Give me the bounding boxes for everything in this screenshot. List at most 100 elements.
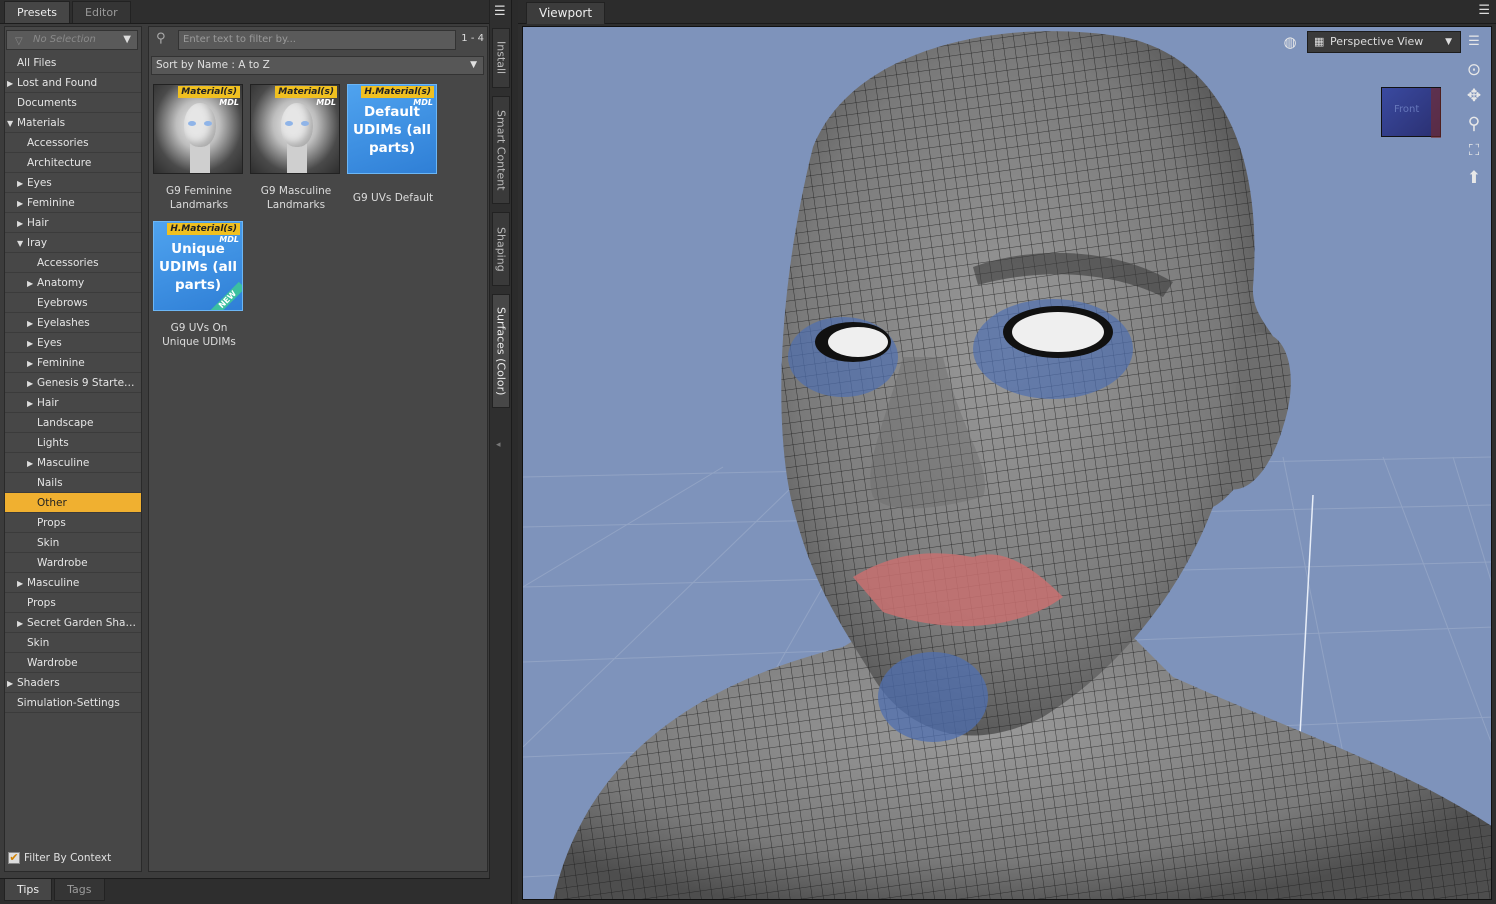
tree-item[interactable]: ▶ Masculine: [5, 453, 141, 473]
tree-item[interactable]: Skin: [5, 533, 141, 553]
item-thumbnail: H.Material(s) MDL Unique UDIMs (all part…: [153, 221, 243, 311]
collapsed-arrow-icon[interactable]: ▶: [27, 274, 37, 292]
search-input[interactable]: Enter text to filter by...: [178, 30, 456, 50]
tree-item[interactable]: ▶ Shaders: [5, 673, 141, 693]
pan-icon[interactable]: ✥: [1463, 85, 1485, 107]
tree-item[interactable]: Accessories: [5, 253, 141, 273]
collapsed-arrow-icon[interactable]: ▶: [17, 214, 27, 232]
tree-item[interactable]: ▼ Iray: [5, 233, 141, 253]
pane-menu-icon[interactable]: ☰: [1478, 3, 1490, 18]
filter-by-context-toggle[interactable]: ✔ Filter By Context: [8, 852, 111, 864]
tree-item[interactable]: ▶ Genesis 9 Starter ...: [5, 373, 141, 393]
tree-item[interactable]: ▶ Eyes: [5, 333, 141, 353]
figure-eye: [285, 121, 293, 126]
item-g9-masculine-landmarks[interactable]: Material(s) MDL G9 Masculine Landmarks: [250, 84, 342, 212]
tab-surfaces-color[interactable]: Surfaces (Color): [492, 294, 510, 408]
tab-presets[interactable]: Presets: [4, 1, 71, 23]
eye-right-white: [1012, 312, 1104, 352]
tab-editor[interactable]: Editor: [72, 1, 131, 23]
result-count: 1 - 4: [461, 33, 484, 44]
collapsed-arrow-icon[interactable]: ▶: [7, 674, 17, 692]
tree-item[interactable]: ▶ Eyes: [5, 173, 141, 193]
tab-smart-content[interactable]: Smart Content: [492, 96, 510, 204]
tree-item[interactable]: ▶ Secret Garden Shad...: [5, 613, 141, 633]
tree-item-label: Secret Garden Shad...: [27, 617, 141, 629]
tree-item[interactable]: ▼ Materials: [5, 113, 141, 133]
collapsed-arrow-icon[interactable]: ▶: [17, 194, 27, 212]
tree-item-label: Accessories: [27, 137, 89, 149]
tree-item[interactable]: Lights: [5, 433, 141, 453]
collapsed-arrow-icon[interactable]: ▶: [27, 454, 37, 472]
collapsed-arrow-icon[interactable]: ▶: [17, 614, 27, 632]
view-cube-face: Front: [1394, 104, 1420, 115]
viewport-menu-icon[interactable]: ☰: [1463, 31, 1485, 53]
reset-icon[interactable]: ⬆: [1463, 167, 1485, 189]
collapsed-arrow-icon[interactable]: ▶: [27, 354, 37, 372]
eye-left-white: [828, 327, 888, 357]
tree-item[interactable]: ▶ Hair: [5, 393, 141, 413]
tree-item[interactable]: Eyebrows: [5, 293, 141, 313]
tree-item[interactable]: ▶ Masculine: [5, 573, 141, 593]
collapsed-arrow-icon[interactable]: ▶: [27, 314, 37, 332]
tree-item[interactable]: Wardrobe: [5, 653, 141, 673]
render-mode-icon[interactable]: ◍: [1279, 31, 1301, 53]
pane-menu-icon[interactable]: ☰: [494, 4, 506, 19]
tree-item[interactable]: Landscape: [5, 413, 141, 433]
tab-tags[interactable]: Tags: [54, 879, 105, 901]
tree-item[interactable]: Architecture: [5, 153, 141, 173]
view-selector[interactable]: ▦ Perspective View ▼: [1307, 31, 1461, 53]
tree-item[interactable]: Simulation-Settings: [5, 693, 141, 713]
tree-item[interactable]: ▶ Feminine: [5, 193, 141, 213]
tree-item[interactable]: All Files: [5, 53, 141, 73]
tree-item[interactable]: ▶ Feminine: [5, 353, 141, 373]
tree-item[interactable]: Other: [5, 493, 141, 513]
item-g9-feminine-landmarks[interactable]: Material(s) MDL G9 Feminine Landmarks: [153, 84, 245, 212]
tree-item-label: Materials: [17, 117, 66, 129]
material-tag: Material(s): [275, 86, 337, 98]
3d-viewport[interactable]: ◍ ▦ Perspective View ▼ ☰ Front ⊙ ✥ ⚲ ⛶ ⬆: [522, 26, 1492, 900]
collapsed-arrow-icon[interactable]: ▶: [17, 174, 27, 192]
tree-item[interactable]: Props: [5, 593, 141, 613]
tab-tips[interactable]: Tips: [4, 879, 53, 901]
tree-item-label: Documents: [17, 97, 77, 109]
tree-item[interactable]: Accessories: [5, 133, 141, 153]
sort-dropdown[interactable]: Sort by Name : A to Z ▼: [151, 56, 484, 75]
tab-shaping[interactable]: Shaping: [492, 212, 510, 286]
tree-item-label: Lights: [37, 437, 69, 449]
orbit-icon[interactable]: ⊙: [1463, 59, 1485, 81]
search-icon[interactable]: ⚲: [156, 31, 166, 46]
frame-icon[interactable]: ⛶: [1463, 139, 1485, 161]
viewport-tabbar: Viewport ☰: [518, 0, 1496, 24]
tree-item[interactable]: Documents: [5, 93, 141, 113]
expanded-arrow-icon[interactable]: ▼: [7, 114, 17, 132]
item-g9-uvs-default[interactable]: H.Material(s) MDL Default UDIMs (all par…: [347, 84, 439, 205]
tab-viewport[interactable]: Viewport: [526, 2, 606, 24]
tree-item[interactable]: ▶ Hair: [5, 213, 141, 233]
item-g9-uvs-unique-udims[interactable]: H.Material(s) MDL Unique UDIMs (all part…: [153, 221, 245, 349]
collapsed-arrow-icon[interactable]: ▶: [17, 574, 27, 592]
tree-item-label: Simulation-Settings: [17, 697, 120, 709]
bottom-tabbar: Tips Tags: [0, 878, 490, 904]
tree-item[interactable]: ▶ Eyelashes: [5, 313, 141, 333]
collapsed-arrow-icon[interactable]: ▶: [27, 334, 37, 352]
zoom-icon[interactable]: ⚲: [1463, 113, 1485, 135]
tree-item[interactable]: Wardrobe: [5, 553, 141, 573]
expanded-arrow-icon[interactable]: ▼: [17, 234, 27, 252]
tree-item[interactable]: ▶ Anatomy: [5, 273, 141, 293]
tree-item[interactable]: Nails: [5, 473, 141, 493]
collapse-handle-icon[interactable]: ◂: [496, 440, 501, 450]
tree-item-label: Eyes: [27, 177, 52, 189]
tree-item[interactable]: Skin: [5, 633, 141, 653]
view-cube[interactable]: Front: [1381, 87, 1441, 138]
collapsed-arrow-icon[interactable]: ▶: [7, 74, 17, 92]
tab-install[interactable]: Install: [492, 28, 510, 88]
chevron-down-icon: ▼: [1445, 37, 1452, 47]
checkbox-icon[interactable]: ✔: [8, 852, 20, 864]
item-caption: G9 UVs On Unique UDIMs: [162, 322, 236, 348]
selection-dropdown[interactable]: ▽ No Selection ▼: [6, 30, 138, 50]
collapsed-arrow-icon[interactable]: ▶: [27, 394, 37, 412]
tree-item[interactable]: ▶ Lost and Found: [5, 73, 141, 93]
filter-by-context-label: Filter By Context: [24, 852, 112, 864]
tree-item[interactable]: Props: [5, 513, 141, 533]
collapsed-arrow-icon[interactable]: ▶: [27, 374, 37, 392]
